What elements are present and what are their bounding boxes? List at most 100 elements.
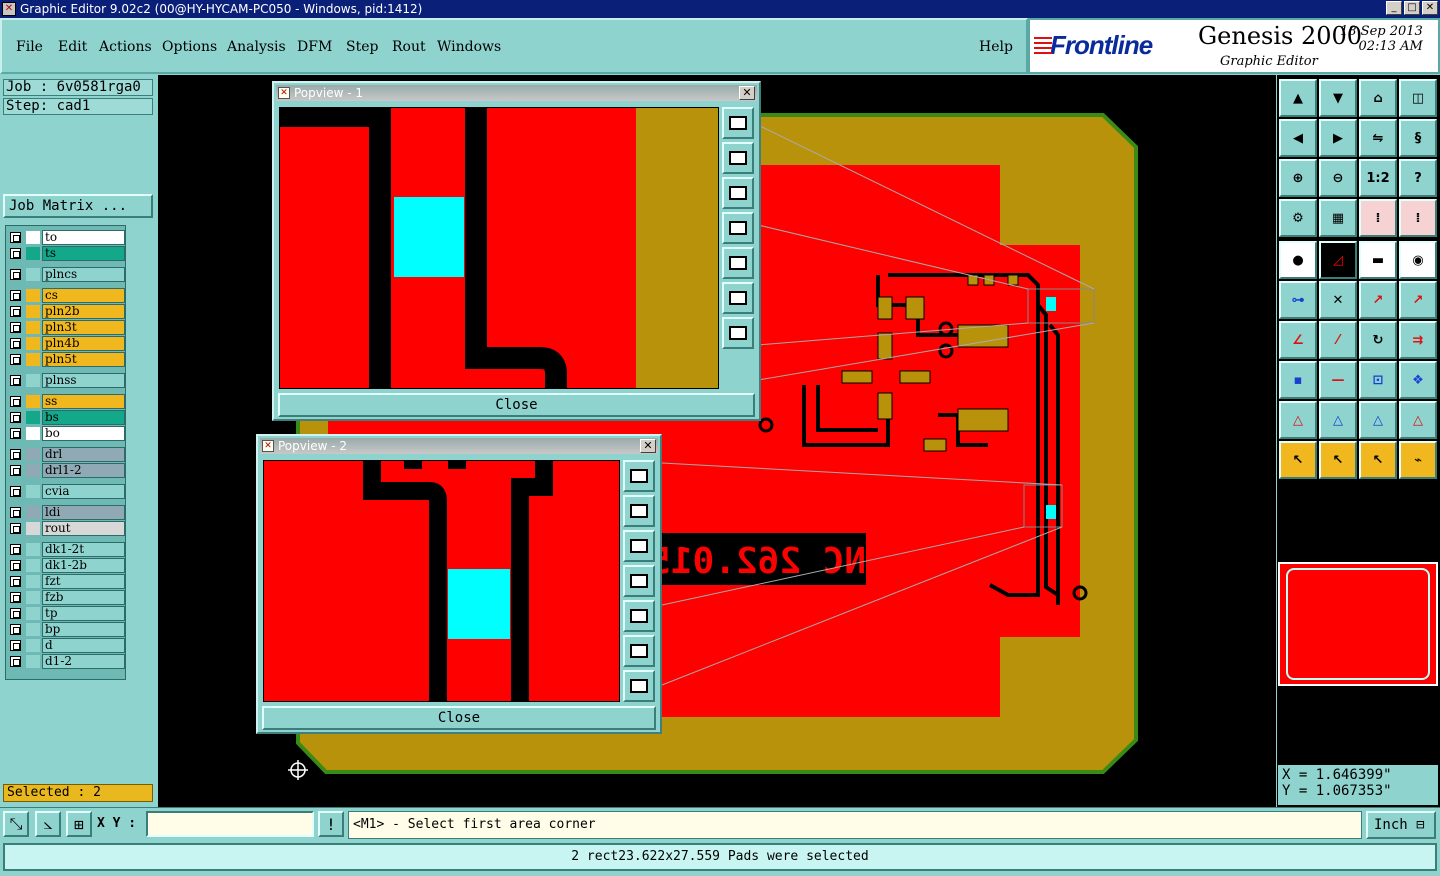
layer-name[interactable]: bp — [42, 622, 125, 637]
layer-checkbox[interactable] — [10, 449, 21, 460]
layer-name[interactable]: to — [42, 230, 125, 245]
mirror-icon[interactable]: ⇋ — [1359, 119, 1397, 157]
pan-left-tool-icon[interactable]: ◀ — [1279, 119, 1317, 157]
layer-name[interactable]: cvia — [42, 484, 125, 499]
zoom-area-icon[interactable]: ⤡ — [3, 811, 29, 837]
zoom-in-icon[interactable]: ⊕ — [1279, 159, 1317, 197]
layer-checkbox[interactable] — [10, 375, 21, 386]
close-window-button[interactable]: ✕ — [1422, 1, 1438, 15]
layer-row-bs[interactable]: bs — [8, 410, 125, 425]
unit-selector[interactable]: Inch ⊟ — [1366, 811, 1436, 839]
layer-name[interactable]: d1-2 — [42, 654, 125, 669]
layer-name[interactable]: fzb — [42, 590, 125, 605]
layer-name[interactable]: bo — [42, 426, 125, 441]
group-icon[interactable]: ❖ — [1399, 361, 1437, 399]
layer-row-fzt[interactable]: fzt — [8, 574, 125, 589]
zoom-ratio-button[interactable]: 1:2 — [1359, 159, 1397, 197]
layer-checkbox[interactable] — [10, 507, 21, 518]
copy-icon[interactable]: ↗ — [1399, 281, 1437, 319]
select-net-icon[interactable]: ↖ — [1359, 441, 1397, 479]
layer-row-rout[interactable]: rout — [8, 521, 125, 536]
menu-windows[interactable]: Windows — [437, 39, 501, 55]
pv2-zoom-in-button[interactable] — [623, 635, 655, 667]
layer-row-cs[interactable]: cs — [8, 288, 125, 303]
pan-down-tool-icon[interactable]: ▼ — [1319, 79, 1357, 117]
zoom-out-icon[interactable]: ⊖ — [1319, 159, 1357, 197]
help-icon[interactable]: ? — [1399, 159, 1437, 197]
menu-analysis[interactable]: Analysis — [227, 39, 286, 55]
triangle-1-icon[interactable]: △ — [1279, 401, 1317, 439]
xy-input[interactable] — [146, 811, 314, 837]
settings-icon[interactable]: ⚙ — [1279, 199, 1317, 237]
layer-checkbox[interactable] — [10, 412, 21, 423]
snap-center-icon[interactable]: ⁞ — [1399, 199, 1437, 237]
layer-checkbox[interactable] — [10, 523, 21, 534]
popview-2[interactable]: ✕ Popview - 2 ✕ Close — [256, 434, 662, 734]
pad-edit-icon[interactable]: ▪ — [1279, 361, 1317, 399]
layer-checkbox[interactable] — [10, 396, 21, 407]
popview-2-close-x[interactable]: ✕ — [640, 439, 656, 453]
pan-right-tool-icon[interactable]: ▶ — [1319, 119, 1357, 157]
graphic-canvas[interactable]: NC 262.015 ✕ Popview - 1 ✕ Close ✕ Popvi… — [158, 75, 1276, 807]
popview-2-close-button[interactable]: Close — [262, 706, 656, 730]
layer-row-bp[interactable]: bp — [8, 622, 125, 637]
cut-icon[interactable]: — — [1319, 361, 1357, 399]
maximize-button[interactable]: □ — [1404, 1, 1420, 15]
select-arrow-icon[interactable]: ↖ — [1279, 441, 1317, 479]
layer-row-to[interactable]: to — [8, 230, 125, 245]
layer-checkbox[interactable] — [10, 354, 21, 365]
move-icon[interactable]: ↗ — [1359, 281, 1397, 319]
snap-angle-icon[interactable]: ⦣ — [35, 811, 61, 837]
layer-name[interactable]: ts — [42, 246, 125, 261]
pv1-pan-left-button[interactable] — [722, 212, 754, 244]
triangle-3-icon[interactable]: △ — [1359, 401, 1397, 439]
menu-edit[interactable]: Edit — [58, 39, 87, 55]
pv2-pan-down-button[interactable] — [623, 530, 655, 562]
resize-icon[interactable]: ⊡ — [1359, 361, 1397, 399]
pv2-pan-right-button[interactable] — [623, 600, 655, 632]
layer-checkbox[interactable] — [10, 624, 21, 635]
layer-row-plnss[interactable]: plnss — [8, 373, 125, 388]
layer-row-dk1-2t[interactable]: dk1-2t — [8, 542, 125, 557]
layer-name[interactable]: cs — [42, 288, 125, 303]
popview-1-close-button[interactable]: Close — [278, 393, 755, 417]
trace-icon[interactable]: ⇉ — [1399, 321, 1437, 359]
minimize-button[interactable]: _ — [1386, 1, 1402, 15]
add-pad-icon[interactable]: ● — [1279, 241, 1317, 279]
pv2-zoom-fit-button[interactable] — [623, 460, 655, 492]
layer-name[interactable]: ldi — [42, 505, 125, 520]
menu-help[interactable]: Help — [979, 39, 1013, 55]
layer-checkbox[interactable] — [10, 290, 21, 301]
layer-checkbox[interactable] — [10, 338, 21, 349]
layer-checkbox[interactable] — [10, 486, 21, 497]
angle-icon[interactable]: ∠ — [1279, 321, 1317, 359]
layer-row-d1-2[interactable]: d1-2 — [8, 654, 125, 669]
popview-1-title[interactable]: ✕ Popview - 1 ✕ — [276, 85, 757, 101]
menu-dfm[interactable]: DFM — [297, 39, 332, 55]
layer-row-tp[interactable]: tp — [8, 606, 125, 621]
layer-name[interactable]: dk1-2t — [42, 542, 125, 557]
window-split-icon[interactable]: ◫ — [1399, 79, 1437, 117]
layer-row-drl[interactable]: drl — [8, 447, 125, 462]
layer-checkbox[interactable] — [10, 465, 21, 476]
home-icon[interactable]: ⌂ — [1359, 79, 1397, 117]
layer-checkbox[interactable] — [10, 592, 21, 603]
pv2-pan-up-button[interactable] — [623, 495, 655, 527]
pv1-zoom-fit-button[interactable] — [722, 107, 754, 139]
menu-options[interactable]: Options — [162, 39, 217, 55]
layer-checkbox[interactable] — [10, 248, 21, 259]
layer-row-drl1-2[interactable]: drl1-2 — [8, 463, 125, 478]
layer-row-pln2b[interactable]: pln2b — [8, 304, 125, 319]
layer-name[interactable]: dk1-2b — [42, 558, 125, 573]
layer-checkbox[interactable] — [10, 576, 21, 587]
layer-checkbox[interactable] — [10, 640, 21, 651]
menu-rout[interactable]: Rout — [392, 39, 426, 55]
layer-checkbox[interactable] — [10, 544, 21, 555]
ruler-icon[interactable]: ▬ — [1359, 241, 1397, 279]
layer-row-pln5t[interactable]: pln5t — [8, 352, 125, 367]
layer-row-cvia[interactable]: cvia — [8, 484, 125, 499]
arc-icon[interactable]: ↻ — [1359, 321, 1397, 359]
connect-icon[interactable]: ⊶ — [1279, 281, 1317, 319]
pv1-zoom-in-button[interactable] — [722, 282, 754, 314]
popview-2-title[interactable]: ✕ Popview - 2 ✕ — [260, 438, 658, 454]
